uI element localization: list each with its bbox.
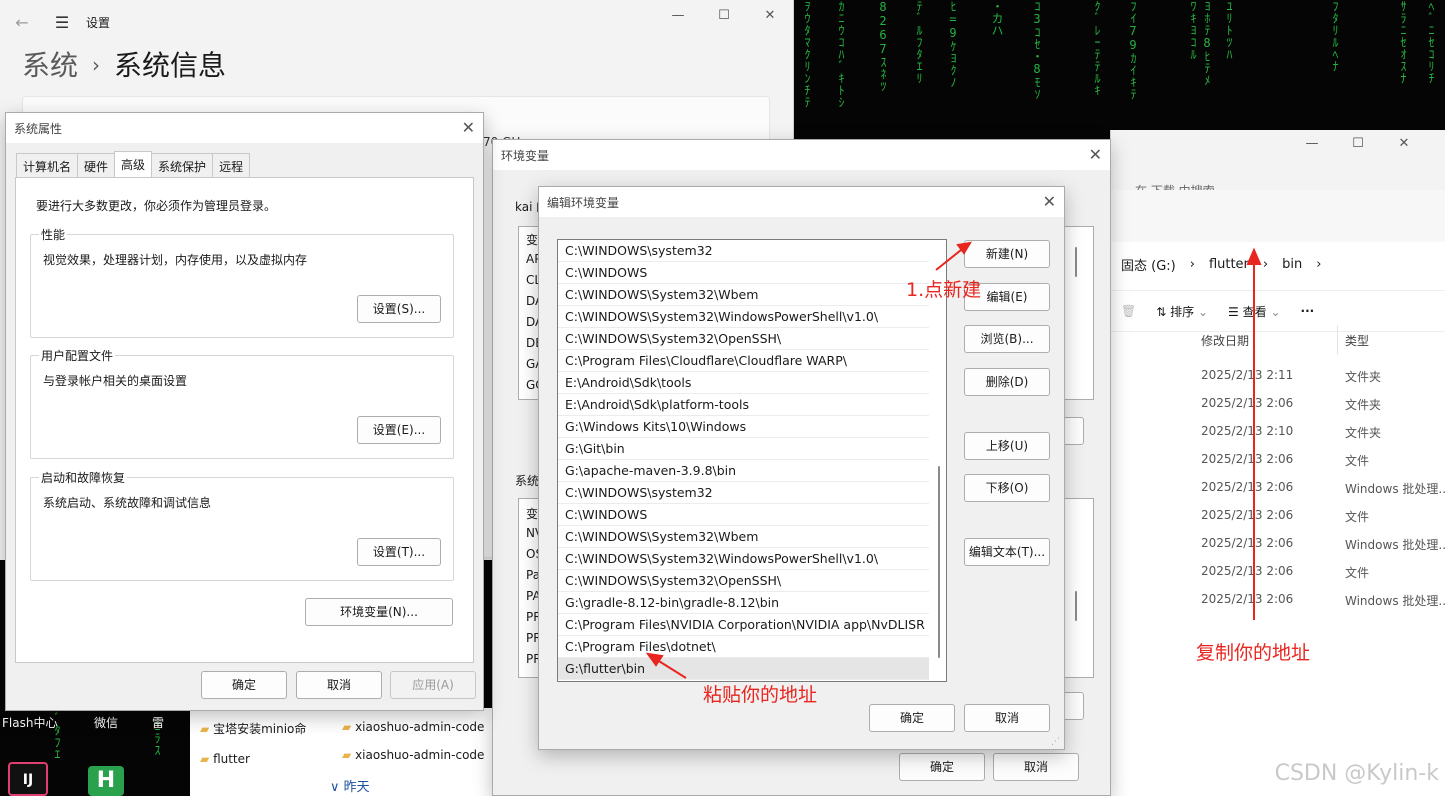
annotation-paste-address: 粘贴你的地址	[703, 684, 818, 706]
annotation-click-new: 1.点新建	[906, 279, 982, 301]
annotation-arrows	[645, 241, 1262, 679]
csdn-watermark: CSDN @Kylin-k	[1274, 761, 1439, 786]
arrowhead	[1246, 247, 1262, 265]
annotation-copy-address: 复制你的地址	[1196, 642, 1311, 664]
arrowhead	[645, 652, 664, 667]
